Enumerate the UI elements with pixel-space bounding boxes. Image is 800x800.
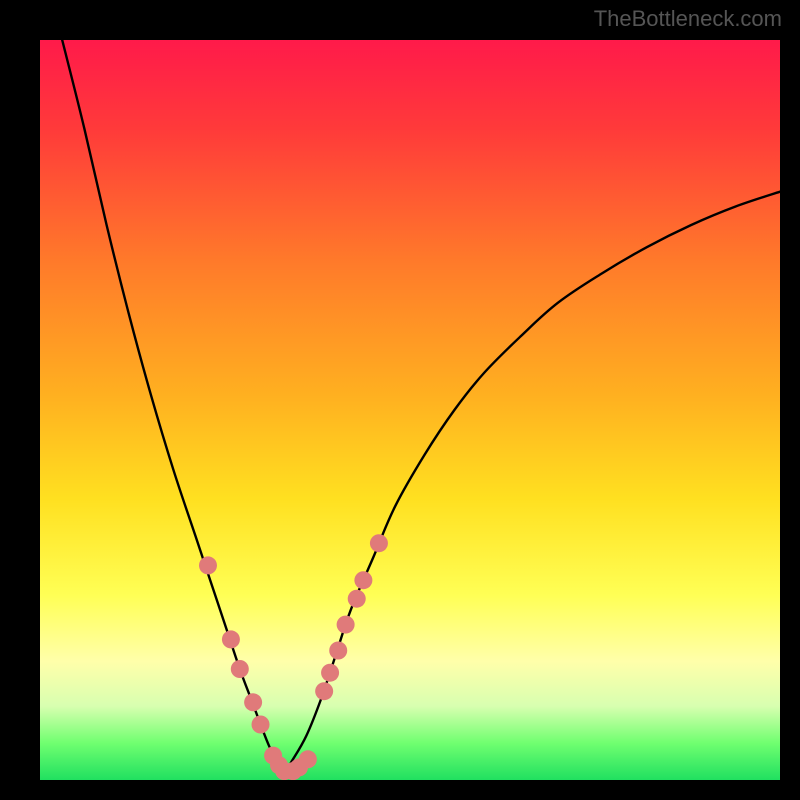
data-dot	[321, 664, 339, 682]
chart-svg	[40, 40, 780, 780]
data-dot	[370, 534, 388, 552]
data-dot	[199, 556, 217, 574]
data-dot	[252, 716, 270, 734]
chart-plot-area	[40, 40, 780, 780]
data-dot	[222, 630, 240, 648]
data-dot	[348, 590, 366, 608]
data-dot	[231, 660, 249, 678]
data-dot	[315, 682, 333, 700]
data-dot	[354, 571, 372, 589]
data-dot	[244, 693, 262, 711]
chart-background	[40, 40, 780, 780]
data-dot	[329, 642, 347, 660]
data-dot	[337, 616, 355, 634]
data-dot	[299, 750, 317, 768]
watermark-text: TheBottleneck.com	[594, 6, 782, 32]
